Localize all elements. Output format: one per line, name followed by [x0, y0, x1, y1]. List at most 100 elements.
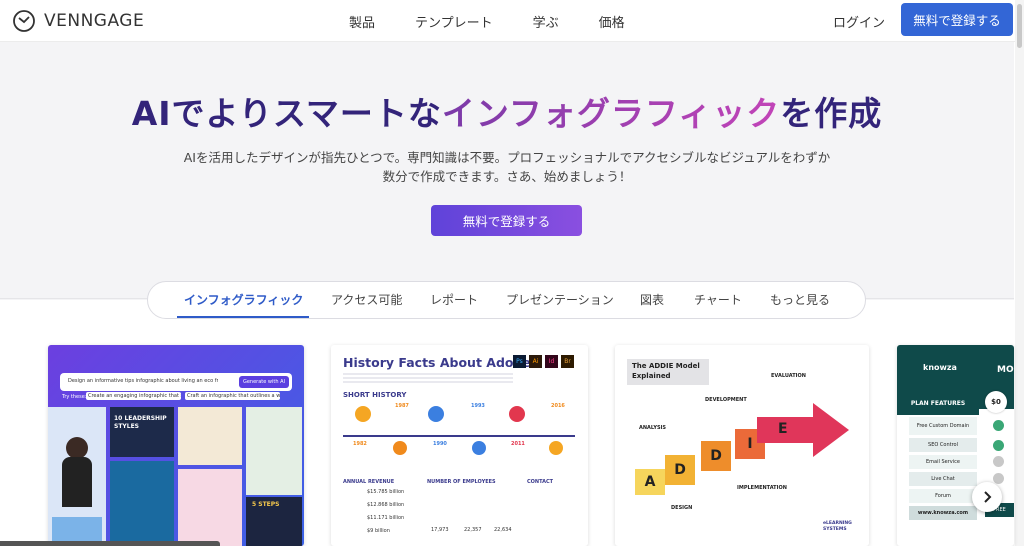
addie-letter-e: E: [778, 421, 788, 437]
employees-2: 22,357: [464, 527, 482, 533]
tab-reports[interactable]: レポート: [430, 282, 478, 318]
tab-more[interactable]: もっと見る: [770, 282, 830, 318]
hero-title-part2: を作成: [780, 94, 883, 133]
feature-email-service: Email Service: [909, 455, 977, 469]
thumbnail-leadership: 10 LEADERSHIP STYLES: [110, 407, 174, 457]
timeline-pdf-icon: [472, 441, 486, 455]
feature-live-chat: Live Chat: [909, 472, 977, 486]
cross-icon-1: [993, 456, 1004, 467]
template-card-adobe-history[interactable]: History Facts About Adobe Ps Ai Id Br SH…: [331, 345, 588, 546]
tab-presentations[interactable]: プレゼンテーション: [506, 282, 614, 318]
knowza-mo: MO: [997, 365, 1014, 375]
nav-pricing[interactable]: 価格: [599, 12, 625, 31]
knowza-brand: knowza: [923, 363, 957, 372]
employees-1: 17,973: [431, 527, 449, 533]
adobe-app-icons: Ps Ai Id Br: [513, 355, 574, 368]
revenue-2: $12.868 billion: [367, 502, 405, 508]
active-tab-indicator: [177, 316, 309, 318]
hero-subtitle-line2: 数分で作成できます。さあ、始めましょう！: [382, 169, 632, 184]
revenue-1: $15.785 billion: [367, 489, 405, 495]
timeline-cloud-icon: [509, 406, 525, 422]
short-history-heading: SHORT HISTORY: [343, 391, 407, 399]
scrollbar-thumb[interactable]: [1017, 4, 1022, 48]
plan-features-heading: PLAN FEATURES: [897, 393, 979, 415]
venngage-logo[interactable]: VENNGAGE: [12, 9, 144, 33]
cross-icon-2: [993, 473, 1004, 484]
check-icon-2: [993, 440, 1004, 451]
hero-title: AIでよりスマートなインフォグラフィックを作成: [0, 94, 1014, 134]
browser-status-bar: [0, 541, 220, 546]
hero-signup-button[interactable]: 無料で登録する: [431, 205, 582, 236]
addie-label-implementation: IMPLEMENTATION: [737, 485, 787, 491]
addie-title-box: The ADDIE Model Explained: [627, 359, 709, 385]
tab-charts[interactable]: チャート: [694, 282, 742, 318]
adobe-intro-text: [343, 373, 513, 383]
employees-3: 22,634: [494, 527, 512, 533]
logo-text: VENNGAGE: [44, 11, 145, 31]
addie-letter-a: A: [635, 469, 665, 495]
addie-title-line2: Explained: [632, 372, 671, 380]
chevron-right-icon: [984, 491, 992, 503]
page-scrollbar[interactable]: [1015, 0, 1024, 546]
category-tabs: インフォグラフィック アクセス可能 レポート プレゼンテーション 図表 チャート…: [147, 281, 866, 319]
login-link[interactable]: ログイン: [833, 12, 885, 31]
timeline-photo-icon: [393, 441, 407, 455]
template-card-knowza-pricing[interactable]: knowza MO PLAN FEATURES $0 Free Custom D…: [897, 345, 1014, 546]
signup-button-header[interactable]: 無料で登録する: [901, 3, 1013, 36]
feature-seo-control: SEO Control: [909, 438, 977, 452]
timeline-globe-icon: [428, 406, 444, 422]
hero-subtitle: AIを活用したデザインが指先ひとつで。専門知識は不要。プロフェッショナルでアクセ…: [160, 148, 854, 186]
contact-heading: CONTACT: [527, 479, 554, 485]
template-card-ai-generator[interactable]: Design an informative tips infographic a…: [48, 345, 304, 546]
tab-accessible[interactable]: アクセス可能: [331, 282, 402, 318]
addie-letter-d2: D: [701, 441, 731, 471]
logo-icon: [13, 10, 35, 32]
revenue-4: $9 billion: [367, 528, 390, 534]
thumbnail-people: [48, 407, 106, 546]
try-these-label: Try these:: [62, 394, 87, 400]
revenue-3: $11.171 billion: [367, 515, 405, 521]
nav-templates[interactable]: テンプレート: [415, 12, 493, 31]
illustrator-icon: Ai: [529, 355, 542, 368]
feature-custom-domain: Free Custom Domain: [909, 417, 977, 435]
knowza-feature-list: Free Custom Domain SEO Control Email Ser…: [909, 417, 977, 520]
ai-prompt-text: Design an informative tips infographic a…: [68, 378, 218, 384]
ai-prompt-box[interactable]: Design an informative tips infographic a…: [60, 373, 292, 391]
hero-title-highlight: インフォグラフィック: [441, 94, 781, 133]
ai-suggestion-2[interactable]: Craft an infographic that outlines a wee…: [185, 392, 280, 400]
indesign-icon: Id: [545, 355, 558, 368]
addie-letter-d1: D: [665, 455, 695, 485]
employees-heading: NUMBER OF EMPLOYEES: [427, 479, 496, 485]
ai-suggestion-1[interactable]: Create an engaging infographic that show…: [86, 392, 181, 400]
tab-infographics[interactable]: インフォグラフィック: [184, 282, 303, 318]
year-1982: 1982: [353, 441, 367, 447]
knowza-url: www.knowza.com: [909, 506, 977, 520]
main-nav: 製品 テンプレート 学ぶ 価格: [349, 0, 665, 42]
photoshop-icon: Ps: [513, 355, 526, 368]
bridge-icon: Br: [561, 355, 574, 368]
price-badge: $0: [985, 391, 1007, 413]
addie-footer: eLEARNING SYSTEMS: [823, 521, 852, 532]
annual-revenue-heading: ANNUAL REVENUE: [343, 479, 395, 485]
hero-subtitle-line1: AIを活用したデザインが指先ひとつで。専門知識は不要。プロフェッショナルでアクセ…: [183, 150, 831, 165]
thumbnail-pink: [178, 469, 242, 546]
tab-diagrams[interactable]: 図表: [640, 282, 664, 318]
year-1990: 1990: [433, 441, 447, 447]
year-2016: 2016: [551, 403, 565, 409]
feature-forum: Forum: [909, 489, 977, 503]
generate-with-ai-button[interactable]: Generate with AI: [238, 376, 289, 388]
addie-label-design: DESIGN: [671, 505, 693, 511]
adobe-title: History Facts About Adobe: [343, 355, 531, 370]
addie-title-line1: The ADDIE Model: [632, 362, 700, 370]
timeline-bulb-icon: [355, 406, 371, 422]
carousel-next-button[interactable]: [972, 482, 1002, 512]
template-card-addie-model[interactable]: The ADDIE Model Explained A D D I E ANAL…: [615, 345, 869, 546]
addie-label-analysis: ANALYSIS: [639, 425, 667, 431]
nav-products[interactable]: 製品: [349, 12, 375, 31]
nav-learn[interactable]: 学ぶ: [533, 12, 559, 31]
thumbnail-hexagons: [110, 461, 174, 546]
thumbnail-steps: 5 STEPS: [246, 497, 302, 546]
addie-label-development: DEVELOPMENT: [705, 397, 747, 403]
year-2011: 2011: [511, 441, 525, 447]
timeline-chart-icon: [549, 441, 563, 455]
